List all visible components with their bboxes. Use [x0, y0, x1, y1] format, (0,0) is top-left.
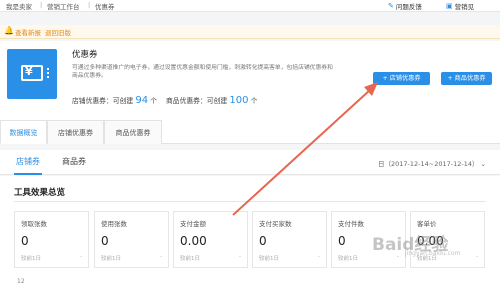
subtab-item-coupon[interactable]: 商品券 [62, 156, 86, 167]
feedback-link[interactable]: ✎ 问题反馈 [388, 1, 422, 11]
item-stat-unit: 个 [250, 97, 258, 105]
subtab-shop-coupon[interactable]: 店铺券 [16, 156, 40, 167]
metric-trend: - [476, 254, 478, 260]
panel-title: 工具效果总览 [14, 188, 66, 198]
breadcrumb-item-seller[interactable]: 我是卖家 [6, 1, 32, 11]
metric-trend: - [318, 254, 320, 260]
shop-stat-unit: 个 [150, 97, 158, 105]
divider [14, 201, 486, 202]
watermark-url: jingyan.baidu.com [405, 250, 461, 257]
metric-card: 支付买家数 0 较前1日 - [252, 211, 327, 268]
tab-item-coupon[interactable]: 商品优惠券 [104, 120, 162, 144]
breadcrumb-item-coupon: 优惠券 [95, 3, 115, 11]
metric-value: 0 [259, 234, 267, 248]
tab-data-overview[interactable]: 数据概览 [0, 120, 47, 144]
back-old-version-link[interactable]: 退回旧版 [45, 27, 71, 37]
metric-trend: - [239, 254, 241, 260]
metric-compare: 较前1日 [101, 256, 121, 262]
coupon-yen-icon: ¥ [7, 49, 57, 99]
metric-card: 支付金额 0.00 较前1日 - [173, 211, 248, 268]
item-stat-label: 商品优惠券：可创建 [166, 97, 228, 105]
metric-value: 0 [101, 234, 109, 248]
top-bar: 我是卖家 | 营销工作台 | 优惠券 ✎ 问题反馈 ▣ 营销见 [0, 0, 500, 12]
metric-value: 0 [21, 234, 29, 248]
metric-compare: 较前1日 [259, 256, 279, 262]
date-range-text: 日（2017-12-14~2017-12-14） [377, 160, 479, 168]
metric-value: 0 [338, 234, 346, 248]
chart-axis-start: 12 [17, 278, 25, 285]
notice-bar: 🔔 查看新报 退回旧版 [0, 25, 500, 39]
ticket-stub [47, 68, 50, 78]
main-tabs: 数据概览 店铺优惠券 商品优惠券 [0, 120, 500, 144]
product-description: 可通过多种渠道推广的电子券，通过设置优惠金额和使用门槛，刺激转化提高客单，包括店… [72, 65, 333, 79]
metric-value: 0.00 [180, 234, 207, 248]
help-label: 营销见 [454, 3, 475, 11]
metric-card: 领取张数 0 较前1日 - [14, 211, 89, 268]
help-link[interactable]: ▣ 营销见 [446, 1, 474, 11]
tab-shop-coupon[interactable]: 店铺优惠券 [47, 120, 104, 144]
metric-trend: - [80, 254, 82, 260]
chevron-down-icon: ⌄ [480, 160, 486, 168]
breadcrumb-separator: | [88, 1, 91, 9]
metric-trend: - [160, 254, 162, 260]
new-version-link[interactable]: 查看新报 [15, 27, 41, 37]
yen-glyph: ¥ [25, 65, 33, 78]
metric-label: 使用张数 [101, 220, 127, 228]
create-item-coupon-button[interactable]: + 商品优惠券 [441, 72, 492, 85]
shop-coupon-stat: 店铺优惠券：可创建 94 个 [72, 95, 157, 106]
product-title: 优惠券 [72, 50, 98, 60]
create-shop-coupon-button[interactable]: + 店铺优惠券 [373, 72, 430, 85]
sub-tabs: 店铺券 商品券 日（2017-12-14~2017-12-14） ⌄ [0, 150, 500, 175]
metric-label: 支付金额 [180, 220, 206, 228]
bell-icon: 🔔 [4, 26, 14, 35]
metric-label: 支付件数 [338, 220, 364, 228]
feedback-label: 问题反馈 [395, 3, 422, 11]
metric-compare: 较前1日 [338, 256, 358, 262]
breadcrumb-separator: | [40, 1, 43, 9]
breadcrumb-item-marketing[interactable]: 营销工作台 [47, 1, 80, 11]
metric-compare: 较前1日 [21, 256, 41, 262]
edit-icon: ✎ [388, 2, 394, 10]
item-stat-value: 100 [229, 95, 249, 106]
metric-label: 支付买家数 [259, 220, 292, 228]
shop-stat-label: 店铺优惠券：可创建 [72, 97, 134, 105]
metric-label: 客单价 [417, 220, 437, 228]
active-tab-indicator [14, 173, 42, 175]
metric-card: 使用张数 0 较前1日 - [94, 211, 169, 268]
metric-compare: 较前1日 [180, 256, 200, 262]
item-coupon-stat: 商品优惠券：可创建 100 个 [166, 95, 257, 106]
book-icon: ▣ [446, 2, 453, 10]
metric-label: 领取张数 [21, 220, 47, 228]
date-range-selector[interactable]: 日（2017-12-14~2017-12-14） ⌄ [378, 158, 486, 168]
shop-stat-value: 94 [135, 95, 149, 106]
